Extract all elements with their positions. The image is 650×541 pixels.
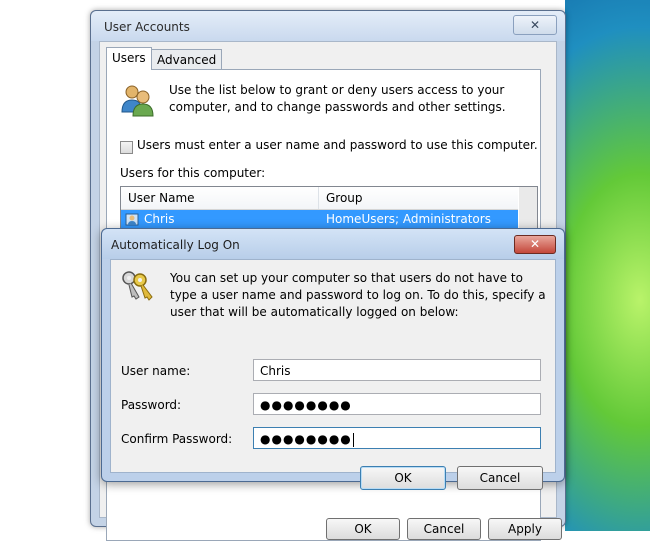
auto-logon-description: You can set up your computer so that use… — [170, 271, 546, 319]
password-field[interactable]: ●●●●●●●● — [253, 393, 541, 415]
table-row[interactable]: Chris HomeUsers; Administrators — [121, 210, 518, 228]
users-list-label: Users for this computer: — [120, 166, 266, 180]
column-separator[interactable] — [318, 187, 319, 209]
tab-users[interactable]: Users — [106, 47, 152, 70]
keys-icon — [122, 271, 153, 301]
require-password-label[interactable]: Users must enter a user name and passwor… — [137, 138, 538, 152]
list-header: User Name Group — [121, 187, 518, 210]
auto-logon-body: You can set up your computer so that use… — [110, 259, 556, 490]
dialog-ok-button[interactable]: OK — [360, 466, 446, 490]
confirm-password-value: ●●●●●●●● — [260, 432, 352, 446]
auto-logon-dialog: Automatically Log On ✕ You can set up yo… — [101, 228, 565, 490]
close-button[interactable]: ✕ — [513, 15, 557, 35]
username-field[interactable]: Chris — [253, 359, 541, 381]
user-accounts-titlebar[interactable]: User Accounts ✕ — [91, 11, 565, 41]
username-label: User name: — [121, 364, 191, 378]
column-header-user-name[interactable]: User Name — [128, 191, 195, 205]
column-header-group[interactable]: Group — [326, 191, 363, 205]
apply-button[interactable]: Apply — [488, 518, 562, 540]
intro-text: Use the list below to grant or deny user… — [169, 83, 506, 114]
dialog-cancel-button[interactable]: Cancel — [457, 466, 543, 490]
window-title: User Accounts — [104, 20, 190, 34]
tab-advanced[interactable]: Advanced — [151, 49, 223, 71]
text-caret — [352, 432, 354, 447]
confirm-password-field[interactable]: ●●●●●●●● — [253, 427, 541, 449]
confirm-password-label: Confirm Password: — [121, 432, 233, 446]
dialog-title: Automatically Log On — [111, 238, 240, 252]
user-icon — [125, 213, 139, 226]
password-label: Password: — [121, 398, 182, 412]
auto-logon-titlebar[interactable]: Automatically Log On ✕ — [102, 229, 564, 259]
users-icon — [121, 85, 154, 117]
require-password-checkbox[interactable] — [120, 141, 133, 154]
ok-button[interactable]: OK — [326, 518, 400, 540]
dialog-close-button[interactable]: ✕ — [514, 235, 556, 254]
row-group: HomeUsers; Administrators — [326, 212, 491, 226]
row-user-name: Chris — [144, 212, 175, 226]
cancel-button[interactable]: Cancel — [407, 518, 481, 540]
